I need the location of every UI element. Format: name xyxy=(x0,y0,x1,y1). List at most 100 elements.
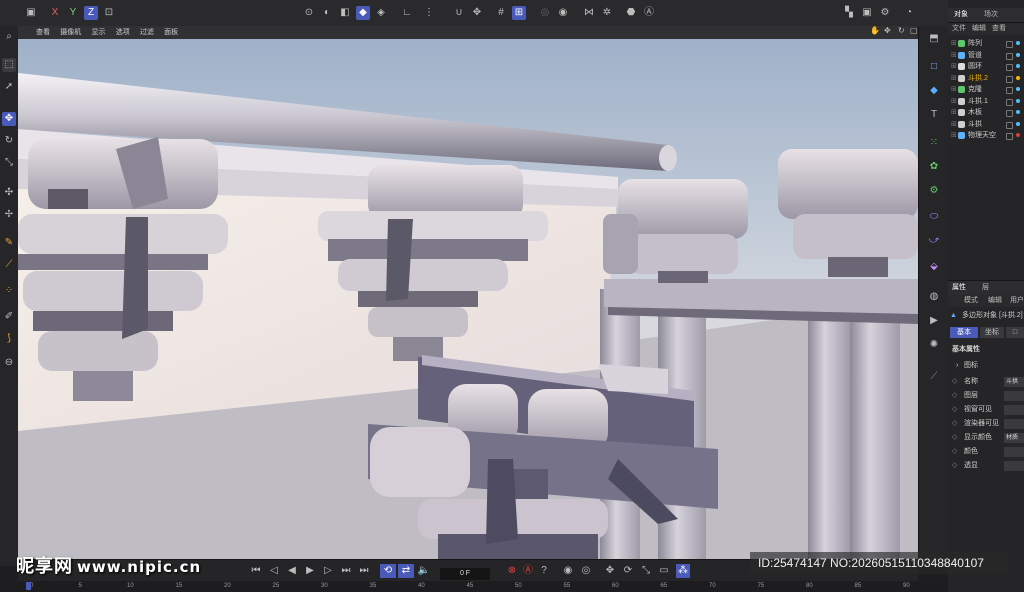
axis-move-icon[interactable]: ✢ xyxy=(2,208,16,222)
prop-value[interactable]: 斗拱 xyxy=(1004,377,1024,387)
pos-key-icon[interactable]: ✥ xyxy=(604,565,616,577)
visibility-toggle[interactable] xyxy=(1006,133,1013,140)
target-icon[interactable]: ◉ xyxy=(556,6,570,20)
animate-dot-icon[interactable]: ◇ xyxy=(952,447,957,457)
rot-key-icon[interactable]: ⟳ xyxy=(622,565,634,577)
subtab-more[interactable]: □ xyxy=(1006,327,1024,338)
coordinate-icon[interactable]: ⊡ xyxy=(102,6,116,20)
tag-icon[interactable] xyxy=(1016,133,1020,137)
object-row[interactable]: ⊞ 斗拱.1 xyxy=(948,96,1024,107)
tag-icon[interactable] xyxy=(1016,121,1020,126)
deformer-icon[interactable]: ⬭ xyxy=(925,208,943,226)
tree-expander-icon[interactable]: ⊞ xyxy=(951,84,957,95)
menu-view[interactable]: 查看 xyxy=(36,26,50,39)
prop-value[interactable] xyxy=(1004,391,1024,401)
pointer-icon[interactable]: ➚ xyxy=(2,80,16,94)
animate-dot-icon[interactable]: ◇ xyxy=(952,377,957,387)
sculpt-icon[interactable]: ⟆ xyxy=(2,332,16,346)
object-row[interactable]: ⊞ 斗拱 xyxy=(948,119,1024,130)
subtab-basic[interactable]: 基本 xyxy=(950,327,978,338)
loop-range-icon[interactable]: ⇄ xyxy=(398,564,414,578)
rotate-icon[interactable]: ↻ xyxy=(2,134,16,148)
visibility-toggle[interactable] xyxy=(1006,110,1013,117)
render-view-icon[interactable]: ▚ xyxy=(842,6,856,20)
tree-expander-icon[interactable]: ⊞ xyxy=(951,38,957,49)
tag-icon[interactable] xyxy=(1016,87,1020,91)
visibility-toggle[interactable] xyxy=(1006,64,1013,71)
prop-value[interactable]: 材质 xyxy=(1004,433,1024,443)
frame-field[interactable]: 0 F xyxy=(440,568,490,580)
axis-y-button[interactable]: Y xyxy=(66,6,80,20)
point-mode-icon[interactable]: ◐ xyxy=(320,6,334,20)
animate-dot-icon[interactable]: ◇ xyxy=(952,433,957,443)
points-icon[interactable]: ⁘ xyxy=(2,284,16,298)
point-key-icon[interactable]: ⁂ xyxy=(676,564,690,578)
object-row[interactable]: ⊞ 斗拱.2 xyxy=(948,73,1024,84)
loop-icon[interactable]: ⟲ xyxy=(380,564,396,578)
paint-icon[interactable]: ✐ xyxy=(2,310,16,324)
snap-grid-icon[interactable]: ⊞ xyxy=(512,6,526,20)
next-key-icon[interactable]: ⏭ xyxy=(340,565,352,577)
play-icon[interactable]: ▶ xyxy=(304,565,316,577)
camera-icon[interactable]: ⬒ xyxy=(925,30,943,48)
maximize-icon[interactable]: ▢ xyxy=(910,27,918,35)
pen-icon[interactable]: ⟋ xyxy=(925,368,943,386)
scale-icon[interactable]: ⤡ xyxy=(2,156,16,170)
search-icon[interactable]: ⌕ xyxy=(2,30,16,44)
prev-frame-icon[interactable]: ◀ xyxy=(286,565,298,577)
tag-icon[interactable] xyxy=(1016,41,1020,45)
cube-icon[interactable]: ◆ xyxy=(925,82,943,100)
menu-filter[interactable]: 过滤 xyxy=(140,26,154,39)
attr-menu-edit[interactable]: 编辑 xyxy=(988,295,1002,307)
visibility-toggle[interactable] xyxy=(1006,41,1013,48)
animate-dot-icon[interactable]: ◇ xyxy=(952,405,957,415)
visibility-toggle[interactable] xyxy=(1006,75,1013,83)
move-icon[interactable]: ✥ xyxy=(2,112,16,126)
prop-value[interactable] xyxy=(1004,447,1024,457)
keyframe-icon[interactable]: ? xyxy=(538,565,550,577)
edge-mode-icon[interactable]: ◧ xyxy=(338,6,352,20)
obj-menu-edit[interactable]: 编辑 xyxy=(972,23,986,35)
light-icon[interactable]: ✺ xyxy=(925,336,943,354)
tree-expander-icon[interactable]: ⊞ xyxy=(951,119,957,130)
magnet-icon[interactable]: ∪ xyxy=(452,6,466,20)
record-icon[interactable]: ⊗ xyxy=(506,565,518,577)
tree-expander-icon[interactable]: ⊞ xyxy=(951,73,957,84)
pan-icon[interactable]: ✋ xyxy=(870,27,880,35)
cube-outline-icon[interactable]: □ xyxy=(925,58,943,76)
scale-key-icon[interactable]: ⤡ xyxy=(640,565,652,577)
effector-icon[interactable]: ⚙ xyxy=(925,182,943,200)
speed-icon[interactable]: ◔ xyxy=(902,6,916,20)
tree-expander-icon[interactable]: ⊞ xyxy=(951,50,957,61)
animate-dot-icon[interactable]: ◇ xyxy=(952,391,957,401)
subtab-coord[interactable]: 坐标 xyxy=(980,327,1004,338)
symmetry-icon[interactable]: ⋈ xyxy=(582,6,596,20)
menu-display[interactable]: 显示 xyxy=(91,26,105,39)
brush-icon[interactable]: ✎ xyxy=(2,236,16,250)
3d-viewport[interactable] xyxy=(18,39,918,559)
zoom-icon[interactable]: ↻ xyxy=(898,27,905,35)
prev-key-icon[interactable]: ◁ xyxy=(268,565,280,577)
tree-expander-icon[interactable]: ⊞ xyxy=(951,107,957,118)
tag-icon[interactable] xyxy=(1016,64,1020,68)
obj-menu-file[interactable]: 文件 xyxy=(952,23,966,35)
tab-attributes[interactable]: 属性 xyxy=(952,281,966,295)
object-row[interactable]: ⊞ 木板 xyxy=(948,107,1024,118)
visibility-toggle[interactable] xyxy=(1006,121,1013,129)
object-row[interactable]: ⊞ 阵列 xyxy=(948,38,1024,49)
tree-expander-icon[interactable]: ⊞ xyxy=(951,130,957,141)
animate-dot-icon[interactable]: ◇ xyxy=(952,419,957,429)
render-cam-icon[interactable]: ▶ xyxy=(925,312,943,330)
workplane-icon[interactable]: # xyxy=(494,6,508,20)
tag-icon[interactable] xyxy=(1016,52,1020,57)
axis-tool-icon[interactable]: ∟ xyxy=(400,6,414,20)
tab-takes[interactable]: 场次 xyxy=(984,8,998,22)
go-end-icon[interactable]: ⏭ xyxy=(358,565,370,577)
object-row[interactable]: ⊞ 圆环 xyxy=(948,61,1024,72)
prop-value[interactable] xyxy=(1004,405,1024,415)
text-icon[interactable]: T xyxy=(925,106,943,124)
cloner-icon[interactable]: ✿ xyxy=(925,158,943,176)
uv-mode-icon[interactable]: ◈ xyxy=(374,6,388,20)
attr-menu-user[interactable]: 用户 xyxy=(1010,295,1024,307)
a-icon[interactable]: Ⓐ xyxy=(642,6,656,20)
